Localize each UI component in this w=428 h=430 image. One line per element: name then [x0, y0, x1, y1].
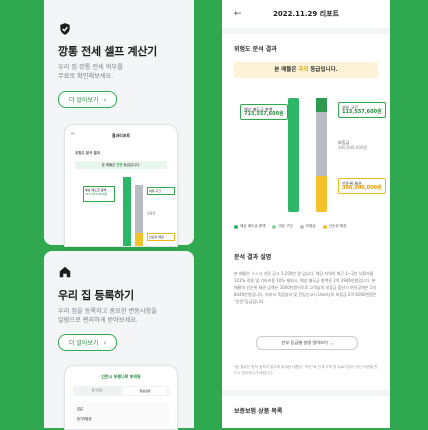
- grade-info-button[interactable]: 안부 등급별 설명 알아보기 ›: [256, 336, 358, 350]
- risk-analysis-section: 위험도 분석 결과 본 매물은 주의 등급입니다. 예상 매도금 총액 715,…: [222, 34, 390, 242]
- bar-deposit: [316, 112, 327, 176]
- preview-title: 결과리포트: [111, 133, 131, 138]
- page-title: 2022.11.29 리포트: [272, 10, 340, 18]
- explanation-paragraph: 본 매물은 ㅇㅇ시 기준 공시 1,250만 원 입니다. 해당 지역의 최근 …: [234, 271, 377, 304]
- register-home-card: 우리 집 등록하기 우리 집을 등록하고 중요한 변동사항을 알람으로 편리하게…: [44, 251, 194, 430]
- legend-item: 여유 구간: [272, 224, 293, 229]
- total-label: 예상 매도금 총액 715,557,600원: [240, 104, 288, 120]
- preview-phone: ← 결과리포트 위험도 분석 결과 본 매물은 안전 등급입니다. 예상 매도금…: [64, 124, 178, 247]
- home-icon: [59, 266, 71, 278]
- bar-spare: [316, 98, 327, 112]
- bar-senior: [316, 176, 327, 212]
- insurance-section: 보증보험 상품 목록: [222, 396, 390, 428]
- grade-banner: 본 매물은 주의 등급입니다.: [234, 62, 378, 78]
- preview-bar-total: [123, 177, 131, 246]
- top-nav: ← 2022.11.29 리포트: [222, 0, 390, 28]
- section-title: 분석 결과 설명: [234, 254, 272, 261]
- section-title: 보증보험 상품 목록: [234, 408, 283, 415]
- spare-label: 여유 구간 115,557,600원: [338, 102, 386, 118]
- section-title: 위험도 분석 결과: [234, 46, 277, 53]
- preview-phone: 인천시 부평나루 부역동 등기정보 알림설정 집값 등기부등본: [64, 365, 178, 430]
- preview-bar-senior: [135, 233, 143, 246]
- chart-legend: 예상 매도금 총액 여유 구간 보증금 선순위 채권: [234, 224, 384, 229]
- report-phone: ← 2022.11.29 리포트 위험도 분석 결과 본 매물은 주의 등급입니…: [222, 0, 390, 428]
- deposit-label: 보증금 300,000,000원: [338, 140, 368, 150]
- card-title: 우리 집 등록하기: [58, 289, 134, 302]
- legend-item: 선순위 채권: [322, 224, 346, 229]
- preview-list: 집값 등기부등본: [73, 402, 169, 426]
- chevron-right-icon: ›: [330, 340, 333, 346]
- bar-total: [288, 98, 299, 212]
- more-button-label: 더 알아보기: [69, 340, 99, 347]
- disclaimer-note: *본 결과는 법적 효력이 없으며 위세한 내용은 "약관"와 관계 고객 및 …: [234, 365, 378, 375]
- more-button-label: 더 알아보기: [69, 97, 99, 104]
- preview-label-spare: 여유 구간: [147, 187, 175, 195]
- senior-label: 선순위 채권 300,000,000원: [338, 178, 386, 194]
- card-description: 우리 집 깡통 전세 여부를 무료로 확인해보세요.: [58, 64, 123, 80]
- preview-title: 인천시 부평나루 부역동: [101, 374, 141, 379]
- preview-section: 위험도 분석 결과: [75, 151, 100, 155]
- chevron-right-icon: ›: [103, 338, 107, 347]
- chevron-right-icon: ›: [103, 95, 107, 104]
- legend-item: 예상 매도금 총액: [234, 224, 265, 229]
- preview-tabs: 등기정보 알림설정: [73, 386, 169, 396]
- preview-label-senior: 선순위 채권: [147, 233, 175, 241]
- shield-check-icon: [60, 23, 70, 35]
- legend-item: 보증금: [299, 224, 316, 229]
- more-button[interactable]: 더 알아보기 ›: [58, 334, 118, 351]
- card-title: 깡통 전세 셀프 계산기: [58, 45, 157, 58]
- preview-label-total: 예상 매도금 총액 715,557,600원: [83, 186, 115, 202]
- calculator-card: 깡통 전세 셀프 계산기 우리 집 깡통 전세 여부를 무료로 확인해보세요. …: [44, 0, 194, 247]
- preview-label-deposit: 보증금: [147, 211, 156, 215]
- preview-banner: 본 매물은 안전 등급입니다.: [75, 161, 167, 169]
- card-description: 우리 집을 등록하고 중요한 변동사항을 알람으로 편리하게 받아보세요.: [58, 308, 157, 324]
- more-button[interactable]: 더 알아보기 ›: [58, 91, 118, 108]
